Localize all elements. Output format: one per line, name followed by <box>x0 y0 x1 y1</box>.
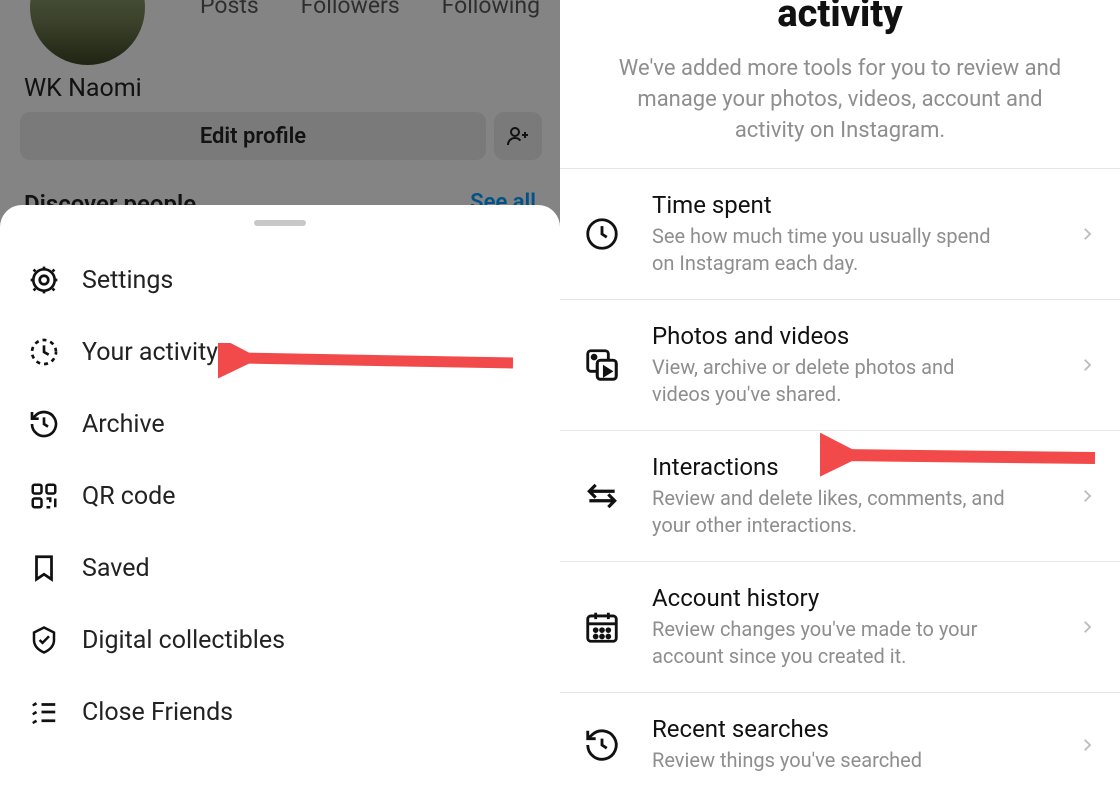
right-screenshot: activity We've added more tools for you … <box>560 0 1120 747</box>
close-friends-icon <box>26 694 62 730</box>
row-time-spent[interactable]: Time spent See how much time you usually… <box>560 169 1120 300</box>
row-heading: Account history <box>652 584 1078 612</box>
history-icon <box>578 721 626 769</box>
menu-label: Settings <box>82 266 173 295</box>
chevron-right-icon <box>1078 736 1096 754</box>
menu-label: Archive <box>82 410 165 439</box>
activity-list: Time spent See how much time you usually… <box>560 168 1120 796</box>
menu-item-digital-collectibles[interactable]: Digital collectibles <box>0 604 560 676</box>
media-icon <box>578 341 626 389</box>
menu-item-settings[interactable]: Settings <box>0 244 560 316</box>
gear-icon <box>26 262 62 298</box>
menu-label: Your activity <box>82 338 218 367</box>
menu-item-close-friends[interactable]: Close Friends <box>0 676 560 748</box>
bookmark-icon <box>26 550 62 586</box>
chevron-right-icon <box>1078 618 1096 636</box>
page-subtitle: We've added more tools for you to review… <box>610 54 1070 146</box>
chevron-right-icon <box>1078 356 1096 374</box>
menu-label: Close Friends <box>82 698 233 727</box>
menu-item-your-activity[interactable]: Your activity <box>0 316 560 388</box>
sheet-handle[interactable] <box>254 220 306 226</box>
chevron-right-icon <box>1078 225 1096 243</box>
row-desc: Review changes you've made to your accou… <box>652 616 1012 670</box>
left-screenshot: Posts Followers Following WK Naomi Edit … <box>0 0 560 747</box>
row-desc: View, archive or delete photos and video… <box>652 354 1012 408</box>
page-title: activity <box>560 0 1120 36</box>
row-photos-videos[interactable]: Photos and videos View, archive or delet… <box>560 300 1120 431</box>
row-heading: Time spent <box>652 191 1078 219</box>
menu-label: QR code <box>82 482 176 511</box>
row-recent-searches[interactable]: Recent searches Review things you've sea… <box>560 693 1120 796</box>
qr-icon <box>26 478 62 514</box>
row-heading: Photos and videos <box>652 322 1078 350</box>
chevron-right-icon <box>1078 487 1096 505</box>
row-desc: Review things you've searched <box>652 747 1012 774</box>
menu-item-saved[interactable]: Saved <box>0 532 560 604</box>
menu-label: Saved <box>82 554 150 583</box>
shield-check-icon <box>26 622 62 658</box>
clock-icon <box>578 210 626 258</box>
activity-icon <box>26 334 62 370</box>
bottom-sheet: Settings Your activity Archive <box>0 205 560 747</box>
row-heading: Interactions <box>652 453 1078 481</box>
calendar-icon <box>578 603 626 651</box>
row-heading: Recent searches <box>652 715 1078 743</box>
arrows-icon <box>578 472 626 520</box>
menu-item-archive[interactable]: Archive <box>0 388 560 460</box>
row-desc: Review and delete likes, comments, and y… <box>652 485 1012 539</box>
row-desc: See how much time you usually spend on I… <box>652 223 1012 277</box>
row-interactions[interactable]: Interactions Review and delete likes, co… <box>560 431 1120 562</box>
archive-icon <box>26 406 62 442</box>
row-account-history[interactable]: Account history Review changes you've ma… <box>560 562 1120 693</box>
menu-label: Digital collectibles <box>82 626 285 655</box>
menu-item-qr-code[interactable]: QR code <box>0 460 560 532</box>
